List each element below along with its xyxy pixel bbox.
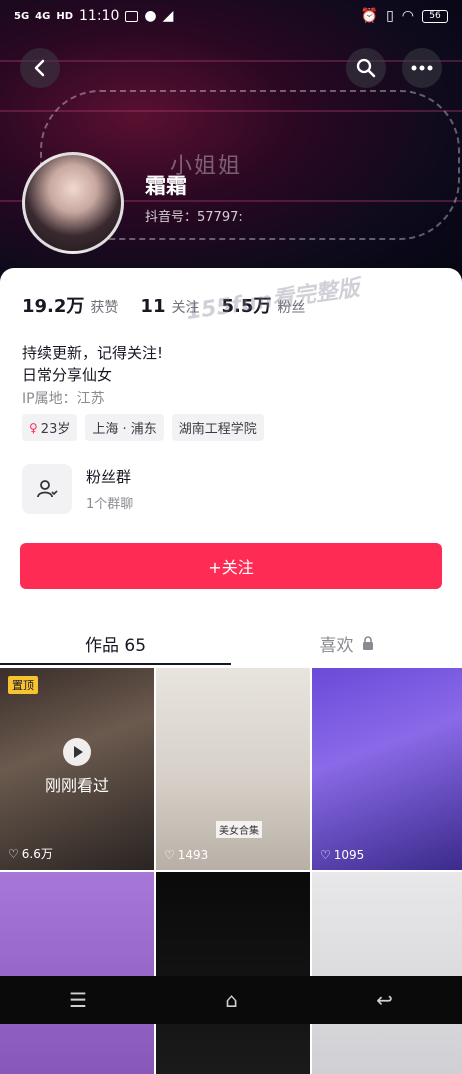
douyin-id: 抖音号：57797: xyxy=(145,210,243,225)
follow-button[interactable]: +关注 xyxy=(20,543,442,589)
fan-group-entry[interactable]: 粉丝群 1个群聊 xyxy=(22,464,133,514)
recently-watched: 刚刚看过 xyxy=(0,738,154,796)
group-icon xyxy=(22,464,72,514)
profile-card: 19.2万 获赞 11 关注 5.5万 粉丝 155fun看完整版 持续更新，记… xyxy=(0,268,462,1074)
notification-icon xyxy=(125,10,139,22)
chat-icon: ● xyxy=(144,8,157,24)
like-count-value: 1095 xyxy=(333,848,365,862)
more-button[interactable] xyxy=(402,48,442,88)
heart-icon: ♡ xyxy=(8,846,19,861)
following-count[interactable]: 11 xyxy=(140,296,165,317)
recently-watched-text: 刚刚看过 xyxy=(44,776,109,795)
fan-group-title: 粉丝群 xyxy=(86,468,132,486)
female-icon: ♀ xyxy=(29,420,38,435)
wifi-icon: ◠ xyxy=(401,8,414,24)
play-icon xyxy=(63,738,91,766)
search-icon xyxy=(356,58,376,78)
heart-icon: ♡ xyxy=(320,848,331,862)
profile-header-background: 小姐姐 霜霜 抖音号：57797: xyxy=(0,0,462,290)
more-dots-icon xyxy=(411,65,433,71)
search-button[interactable] xyxy=(346,48,386,88)
avatar[interactable] xyxy=(22,152,124,254)
school-text: 湖南工程学院 xyxy=(178,422,257,437)
clock: 11:10 xyxy=(79,8,120,24)
heart-icon: ♡ xyxy=(164,848,175,862)
tab-likes[interactable]: 喜欢 xyxy=(231,620,462,666)
location-tag: 上海 · 浦东 xyxy=(85,414,164,441)
video-thumb[interactable] xyxy=(156,872,310,1074)
tab-works[interactable]: 作品 65 xyxy=(0,620,231,666)
age-text: 23岁 xyxy=(40,422,71,437)
telegram-icon: ◢ xyxy=(162,8,174,24)
bio: 持续更新，记得关注! 日常分享仙女 xyxy=(22,342,163,386)
like-count: ♡ 1493 xyxy=(164,848,208,862)
bio-line: 日常分享仙女 xyxy=(22,366,113,384)
like-count: ♡ 1095 xyxy=(320,848,364,862)
fan-group-subtitle: 1个群聊 xyxy=(86,497,134,512)
signal-5g: 5G xyxy=(14,10,30,22)
tab-works-label: 作品 65 xyxy=(84,635,147,656)
vibrate-icon: ▯ xyxy=(386,8,394,24)
menu-icon[interactable]: ☰ xyxy=(69,988,87,1012)
back-button[interactable] xyxy=(20,48,60,88)
video-thumb[interactable] xyxy=(312,872,462,1074)
system-nav-bar: ☰ ⌂ ↩ xyxy=(0,976,462,1024)
tab-likes-label: 喜欢 xyxy=(319,635,354,656)
like-count: ♡ 6.6万 xyxy=(8,845,53,862)
video-thumb[interactable]: ♡ 1095 xyxy=(312,668,462,870)
video-thumb[interactable]: 置顶 刚刚看过 ♡ 6.6万 xyxy=(0,668,154,870)
back-arrow-icon xyxy=(34,59,45,77)
alarm-icon: ⏰ xyxy=(360,8,379,24)
content-tabs: 作品 65 喜欢 xyxy=(0,620,462,666)
back-icon[interactable]: ↩ xyxy=(376,988,393,1012)
collection-label: 美女合集 xyxy=(216,821,262,838)
hd-indicator: HD xyxy=(56,10,74,22)
video-thumb[interactable] xyxy=(0,872,154,1074)
status-bar: 5G 4G HD 11:10 ● ◢ ⏰ ▯ ◠ 56 xyxy=(0,0,462,32)
likes-count: 19.2万 xyxy=(22,296,85,317)
active-tab-indicator xyxy=(0,663,231,665)
likes-label: 获赞 xyxy=(90,300,119,316)
signal-4g: 4G xyxy=(35,10,51,22)
school-tag[interactable]: 湖南工程学院 xyxy=(171,414,264,441)
bio-line: 持续更新，记得关注! xyxy=(22,344,164,362)
nickname: 霜霜 xyxy=(145,174,187,198)
pinned-badge: 置顶 xyxy=(8,676,38,694)
like-count-value: 1493 xyxy=(177,848,209,862)
age-tag: ♀ 23岁 xyxy=(22,414,78,441)
battery-icon: 56 xyxy=(422,9,448,23)
ip-location: IP属地：江苏 xyxy=(22,391,105,407)
like-count-value: 6.6万 xyxy=(21,847,53,861)
home-icon[interactable]: ⌂ xyxy=(225,988,238,1012)
profile-tags: ♀ 23岁 上海 · 浦东 湖南工程学院 xyxy=(22,414,264,441)
video-thumb[interactable]: 美女合集 ♡ 1493 xyxy=(156,668,310,870)
location-text: 上海 · 浦东 xyxy=(92,422,157,437)
lock-icon xyxy=(362,636,373,650)
